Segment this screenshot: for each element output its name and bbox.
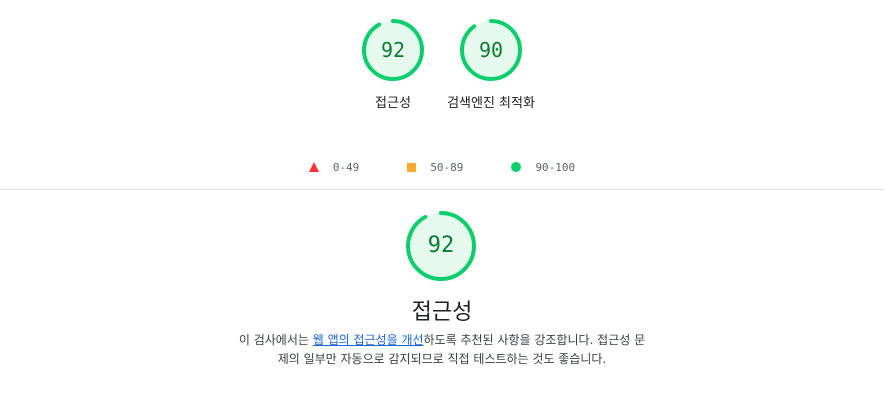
section-divider <box>0 189 884 190</box>
legend-range: 50-89 <box>430 160 464 174</box>
circle-icon <box>511 162 522 172</box>
score-scale-legend: 0-49 50-89 90-100 <box>0 158 884 176</box>
accessibility-learn-more-link[interactable]: 웹 앱의 접근성을 개선 <box>313 333 424 347</box>
category-title: 접근성 <box>411 300 473 325</box>
legend-range: 90-100 <box>535 160 576 174</box>
gauge-score: 92 <box>427 233 455 258</box>
category-gauges: 92 접근성 90 검색엔진 최적화 <box>0 18 884 113</box>
legend-item-pass: 90-100 <box>511 158 575 176</box>
gauge-score: 92 <box>380 38 406 62</box>
score-gauge: 92 <box>361 18 425 82</box>
gauge-seo[interactable]: 90 검색엔진 최적화 <box>447 18 535 113</box>
legend-item-fail: 0-49 <box>308 158 360 176</box>
square-icon <box>407 162 417 172</box>
gauge-label: 접근성 <box>375 96 411 111</box>
score-gauge: 90 <box>459 18 523 82</box>
legend-item-average: 50-89 <box>407 158 463 176</box>
gauge-score: 90 <box>478 38 504 62</box>
description-text: 이 검사에서는 <box>238 333 313 347</box>
triangle-icon <box>308 162 319 172</box>
category-description: 이 검사에서는 웹 앱의 접근성을 개선하도록 추천된 사항을 강조합니다. 접… <box>237 331 647 369</box>
gauge-accessibility[interactable]: 92 접근성 <box>361 18 425 113</box>
gauge-label: 검색엔진 최적화 <box>447 96 535 111</box>
category-score-gauge: 92 <box>405 210 477 282</box>
legend-range: 0-49 <box>332 160 360 174</box>
